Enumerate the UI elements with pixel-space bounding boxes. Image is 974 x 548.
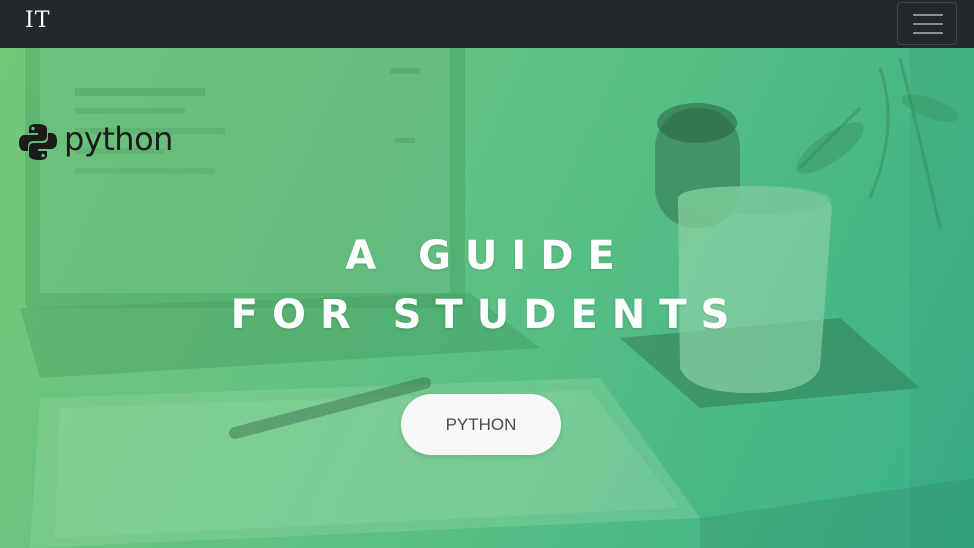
hero-title-line-2: FOR STUDENTS [230,292,744,338]
python-logo-icon [19,124,57,160]
hamburger-menu-icon [913,14,943,34]
menu-toggle-button[interactable] [897,2,957,45]
hero-section: python A GUIDE FOR STUDENTS PYTHON [0,48,974,548]
top-navbar: IT [0,0,974,48]
hero-title-line-1: A GUIDE [345,233,629,279]
python-logo-text: python [64,120,173,158]
brand-link[interactable]: IT [25,8,50,33]
python-button[interactable]: PYTHON [401,394,561,455]
